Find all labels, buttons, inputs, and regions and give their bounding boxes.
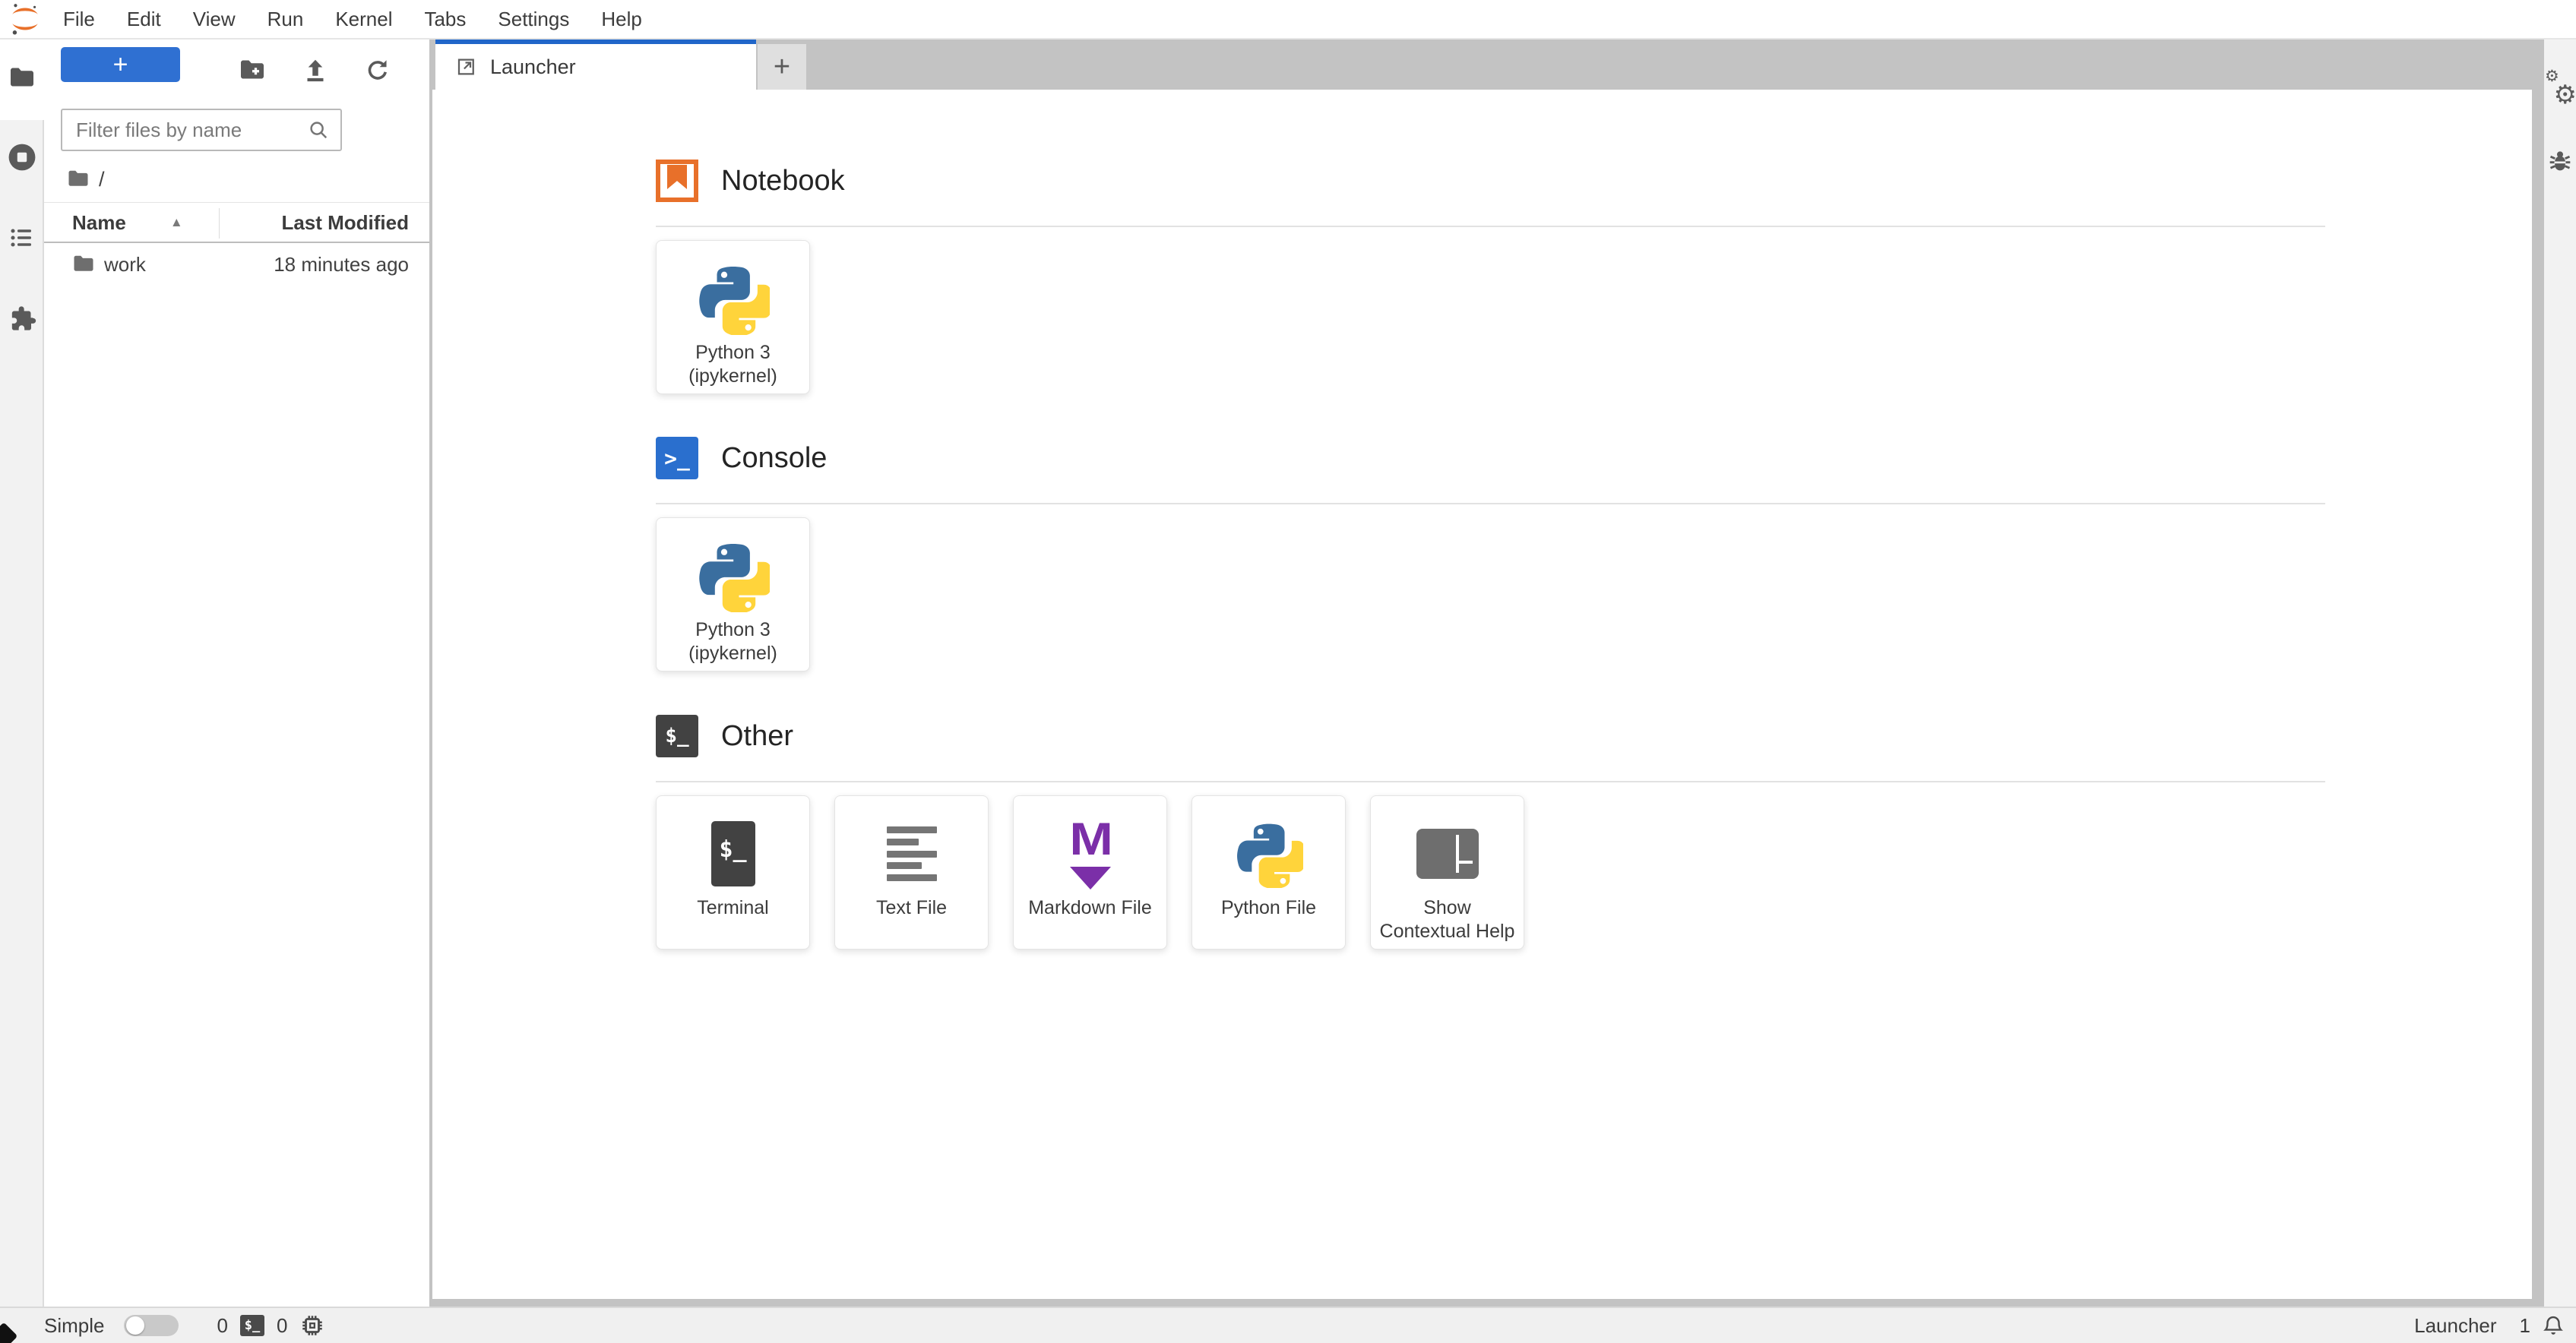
- python-icon: [697, 533, 770, 618]
- terminals-count[interactable]: 0: [217, 1314, 227, 1338]
- bug-icon: [2549, 151, 2571, 171]
- card-label: Python 3 (ipykernel): [688, 619, 777, 664]
- new-tab-button[interactable]: +: [758, 44, 806, 90]
- terminal-icon: $_: [710, 821, 755, 886]
- menu-kernel[interactable]: Kernel: [319, 0, 408, 38]
- launcher-card-terminal[interactable]: $_ Terminal: [656, 795, 810, 950]
- search-icon: [307, 118, 330, 141]
- kernels-count[interactable]: 0: [277, 1314, 287, 1338]
- sort-ascending-icon: ▲: [169, 215, 183, 229]
- python-icon: [1235, 811, 1303, 896]
- filter-files-input[interactable]: [62, 118, 307, 142]
- sidebar-item-property-inspector[interactable]: ⚙ ⚙: [2544, 67, 2576, 110]
- file-last-modified: 18 minutes ago: [274, 252, 409, 276]
- section-header-other: $_ Other: [656, 715, 2532, 757]
- section-rule: [656, 781, 2325, 782]
- notifications-count: 1: [2519, 1313, 2530, 1337]
- file-name: work: [104, 252, 146, 276]
- launcher-card-notebook-python3[interactable]: Python 3 (ipykernel): [656, 240, 810, 394]
- menu-bar: File Edit View Run Kernel Tabs Settings …: [0, 0, 2576, 40]
- section-title: Other: [721, 719, 794, 752]
- sidebar-item-running-sessions[interactable]: [0, 141, 44, 174]
- status-bar: Simple 0 $_ 0 Launcher 1: [0, 1307, 2576, 1343]
- breadcrumb[interactable]: /: [67, 166, 105, 193]
- python-icon: [697, 256, 770, 341]
- card-label: Terminal: [697, 897, 769, 918]
- main-dock-panel: Launcher + Notebook Python 3 (ipykernel): [429, 40, 2544, 1307]
- notebook-icon: [656, 160, 698, 202]
- launcher-icon: [457, 58, 474, 75]
- launcher-card-contextual-help[interactable]: Show Contextual Help: [1370, 795, 1524, 950]
- upload-icon[interactable]: [301, 56, 330, 85]
- file-list-header: Name ▲ Last Modified: [44, 204, 429, 243]
- section-header-notebook: Notebook: [656, 160, 2532, 202]
- sidebar-item-debugger[interactable]: [2544, 146, 2576, 176]
- menu-tabs[interactable]: Tabs: [408, 0, 482, 38]
- card-label: Text File: [875, 897, 948, 918]
- launcher-card-console-python3[interactable]: Python 3 (ipykernel): [656, 517, 810, 672]
- markdown-icon: M: [1069, 817, 1112, 890]
- folder-icon: [74, 255, 93, 271]
- filter-files-box: [61, 109, 342, 151]
- active-widget-label: Launcher: [2414, 1313, 2497, 1337]
- tab-launcher[interactable]: Launcher: [435, 40, 756, 90]
- launcher-card-text-file[interactable]: Text File: [834, 795, 989, 950]
- menu-settings[interactable]: Settings: [482, 0, 585, 38]
- jupyterlab-window: File Edit View Run Kernel Tabs Settings …: [0, 0, 2576, 1343]
- file-row-work[interactable]: work 18 minutes ago: [44, 245, 429, 284]
- folder-icon: [0, 65, 44, 92]
- terminal-icon[interactable]: $_: [239, 1315, 264, 1336]
- gears-icon: ⚙ ⚙: [2545, 67, 2576, 110]
- tab-label: Launcher: [490, 55, 576, 78]
- card-label: Python File: [1220, 897, 1317, 918]
- menu-edit[interactable]: Edit: [111, 0, 177, 38]
- new-launcher-button[interactable]: +: [61, 47, 180, 82]
- sidebar-item-file-browser[interactable]: [0, 40, 44, 120]
- launcher-card-python-file[interactable]: Python File: [1191, 795, 1346, 950]
- terminal-section-icon: $_: [656, 715, 698, 757]
- column-header-last-modified[interactable]: Last Modified: [281, 211, 409, 235]
- new-folder-icon[interactable]: [238, 56, 267, 85]
- menu-file[interactable]: File: [47, 0, 111, 38]
- sidebar-item-table-of-contents[interactable]: [0, 224, 44, 251]
- refresh-icon[interactable]: [363, 56, 392, 85]
- section-rule: [656, 226, 2325, 227]
- simple-mode-label: Simple: [44, 1313, 105, 1337]
- console-icon: >_: [656, 437, 698, 479]
- breadcrumb-root: /: [99, 167, 105, 191]
- contextual-help-icon: [1416, 829, 1479, 879]
- text-file-icon: [886, 826, 937, 881]
- home-folder-icon: [68, 170, 88, 186]
- column-header-name[interactable]: Name: [72, 211, 126, 235]
- menu-view[interactable]: View: [177, 0, 252, 38]
- launcher-card-markdown-file[interactable]: M Markdown File: [1013, 795, 1167, 950]
- launcher-panel: Notebook Python 3 (ipykernel) >_ Console: [432, 90, 2532, 1299]
- section-title: Notebook: [721, 164, 845, 197]
- divider: [44, 202, 429, 203]
- card-label: Python 3 (ipykernel): [688, 342, 777, 387]
- kernel-chip-icon[interactable]: [299, 1313, 325, 1338]
- sidebar-item-extension-manager[interactable]: [0, 304, 44, 334]
- menu-help[interactable]: Help: [585, 0, 657, 38]
- card-label: Show Contextual Help: [1379, 897, 1515, 942]
- bell-icon[interactable]: [2541, 1313, 2565, 1338]
- file-browser-panel: + Filter files by name / Name ▲ Last Mod…: [44, 40, 429, 1307]
- jupyter-logo-icon: [8, 2, 43, 36]
- section-rule: [656, 503, 2325, 504]
- left-sidebar: [0, 40, 44, 1307]
- card-label: Markdown File: [1028, 897, 1152, 918]
- section-title: Console: [721, 441, 828, 474]
- column-divider: [219, 208, 220, 239]
- simple-mode-toggle[interactable]: [124, 1315, 179, 1336]
- menu-run[interactable]: Run: [252, 0, 320, 38]
- right-sidebar: ⚙ ⚙: [2544, 40, 2576, 1307]
- section-header-console: >_ Console: [656, 437, 2532, 479]
